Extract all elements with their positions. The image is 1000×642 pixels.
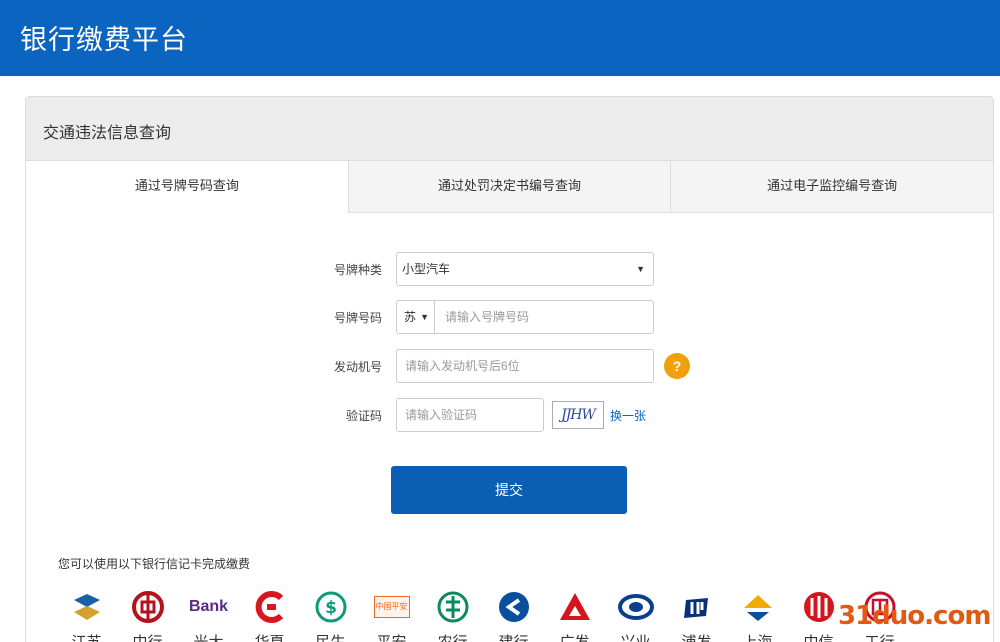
bank-name: 江苏 <box>71 631 101 642</box>
plate-number-label: 号牌号码 <box>333 310 382 325</box>
watermark-logo: 31duo.com <box>838 601 991 631</box>
jiangsu-bank-logo-icon <box>69 589 105 625</box>
plate-number-row: 号牌号码 苏 ▼ 请输入号牌号码 <box>318 300 654 334</box>
panel-header: 交通违法信息查询 <box>26 97 993 161</box>
cib-logo-icon <box>617 589 654 625</box>
bank-item-ccb: 建行 <box>483 589 544 642</box>
app-header: 银行缴费平台 <box>0 0 1000 76</box>
plate-type-label: 号牌种类 <box>333 262 382 277</box>
bank-item-guangda: Bank 光大 <box>178 589 239 642</box>
minsheng-logo-icon: $ <box>313 589 349 625</box>
captcha-label: 验证码 <box>345 408 382 423</box>
bank-item-cgb: 广发 <box>544 589 605 642</box>
abc-logo-icon <box>435 589 471 625</box>
captcha-row: 验证码 请输入验证码 JJHW 换一张 <box>318 398 646 432</box>
submit-button[interactable]: 提交 <box>391 466 627 514</box>
bank-name: 光大 <box>193 631 223 642</box>
bank-item-pingan: 中国平安 平安 <box>361 589 422 642</box>
tab-electronic-monitor[interactable]: 通过电子监控编号查询 <box>670 161 994 212</box>
engine-number-input[interactable]: 请输入发动机号后6位 <box>396 349 654 383</box>
bank-name: 农行 <box>437 631 467 642</box>
pingan-logo-text: 中国平安 <box>373 596 410 618</box>
engine-number-label: 发动机号 <box>333 359 382 374</box>
captcha-image[interactable]: JJHW <box>552 401 604 429</box>
bank-item-abc: 农行 <box>422 589 483 642</box>
plate-type-row: 号牌种类 小型汽车 ▼ <box>318 252 654 286</box>
plate-number-input[interactable]: 请输入号牌号码 <box>435 301 653 333</box>
bank-name: 华夏 <box>254 631 284 642</box>
svg-text:$: $ <box>325 598 337 618</box>
cgb-logo-icon <box>557 589 593 625</box>
captcha-input[interactable]: 请输入验证码 <box>396 398 544 432</box>
query-panel: 交通违法信息查询 通过号牌号码查询 通过处罚决定书编号查询 通过电子监控编号查询… <box>25 96 994 642</box>
guangda-logo-icon: Bank <box>188 589 229 625</box>
bank-name: 广发 <box>559 631 589 642</box>
bank-name: 中信 <box>803 631 833 642</box>
bank-name: 中行 <box>132 631 162 642</box>
query-tabs: 通过号牌号码查询 通过处罚决定书编号查询 通过电子监控编号查询 <box>26 161 994 213</box>
plate-prefix-value: 苏 <box>404 310 417 324</box>
bos-logo-icon <box>740 589 776 625</box>
plate-type-value: 小型汽车 <box>402 262 451 276</box>
help-icon[interactable]: ? <box>664 353 690 379</box>
bank-item-spdb: 浦发 <box>666 589 727 642</box>
bank-list: 江苏 中行 Bank 光大 华夏 $ 民生 <box>56 589 910 642</box>
bank-item-bos: 上海 <box>727 589 788 642</box>
bank-note: 您可以使用以下银行信记卡完成缴费 <box>58 557 251 571</box>
panel-title: 交通违法信息查询 <box>43 125 172 142</box>
bank-item-boc: 中行 <box>117 589 178 642</box>
caret-down-icon: ▼ <box>420 312 429 322</box>
tab-plate-number[interactable]: 通过号牌号码查询 <box>26 161 348 213</box>
bank-name: 工行 <box>864 631 894 642</box>
ccb-logo-icon <box>496 589 532 625</box>
refresh-captcha-link[interactable]: 换一张 <box>610 407 646 424</box>
citic-logo-icon <box>801 589 837 625</box>
bank-name: 平安 <box>376 631 406 642</box>
spdb-logo-icon <box>679 589 715 625</box>
engine-number-row: 发动机号 请输入发动机号后6位 ? <box>318 349 690 383</box>
bank-name: 民生 <box>315 631 345 642</box>
bank-item-huaxia: 华夏 <box>239 589 300 642</box>
guangda-logo-text: Bank <box>188 598 229 615</box>
boc-logo-icon <box>130 589 166 625</box>
caret-down-icon: ▼ <box>636 264 645 274</box>
bank-name: 建行 <box>498 631 528 642</box>
bank-item-cib: 兴业 <box>605 589 666 642</box>
app-title: 银行缴费平台 <box>20 25 188 55</box>
pingan-logo-icon: 中国平安 <box>373 589 410 625</box>
tab-penalty-decision[interactable]: 通过处罚决定书编号查询 <box>347 161 671 212</box>
plate-type-select[interactable]: 小型汽车 ▼ <box>396 252 654 286</box>
bank-item-jiangsu: 江苏 <box>56 589 117 642</box>
plate-number-field: 苏 ▼ 请输入号牌号码 <box>396 300 654 334</box>
plate-prefix-select[interactable]: 苏 ▼ <box>397 301 435 333</box>
bank-name: 兴业 <box>620 631 650 642</box>
bank-name: 浦发 <box>681 631 711 642</box>
huaxia-logo-icon <box>252 589 288 625</box>
bank-item-minsheng: $ 民生 <box>300 589 361 642</box>
bank-name: 上海 <box>742 631 772 642</box>
